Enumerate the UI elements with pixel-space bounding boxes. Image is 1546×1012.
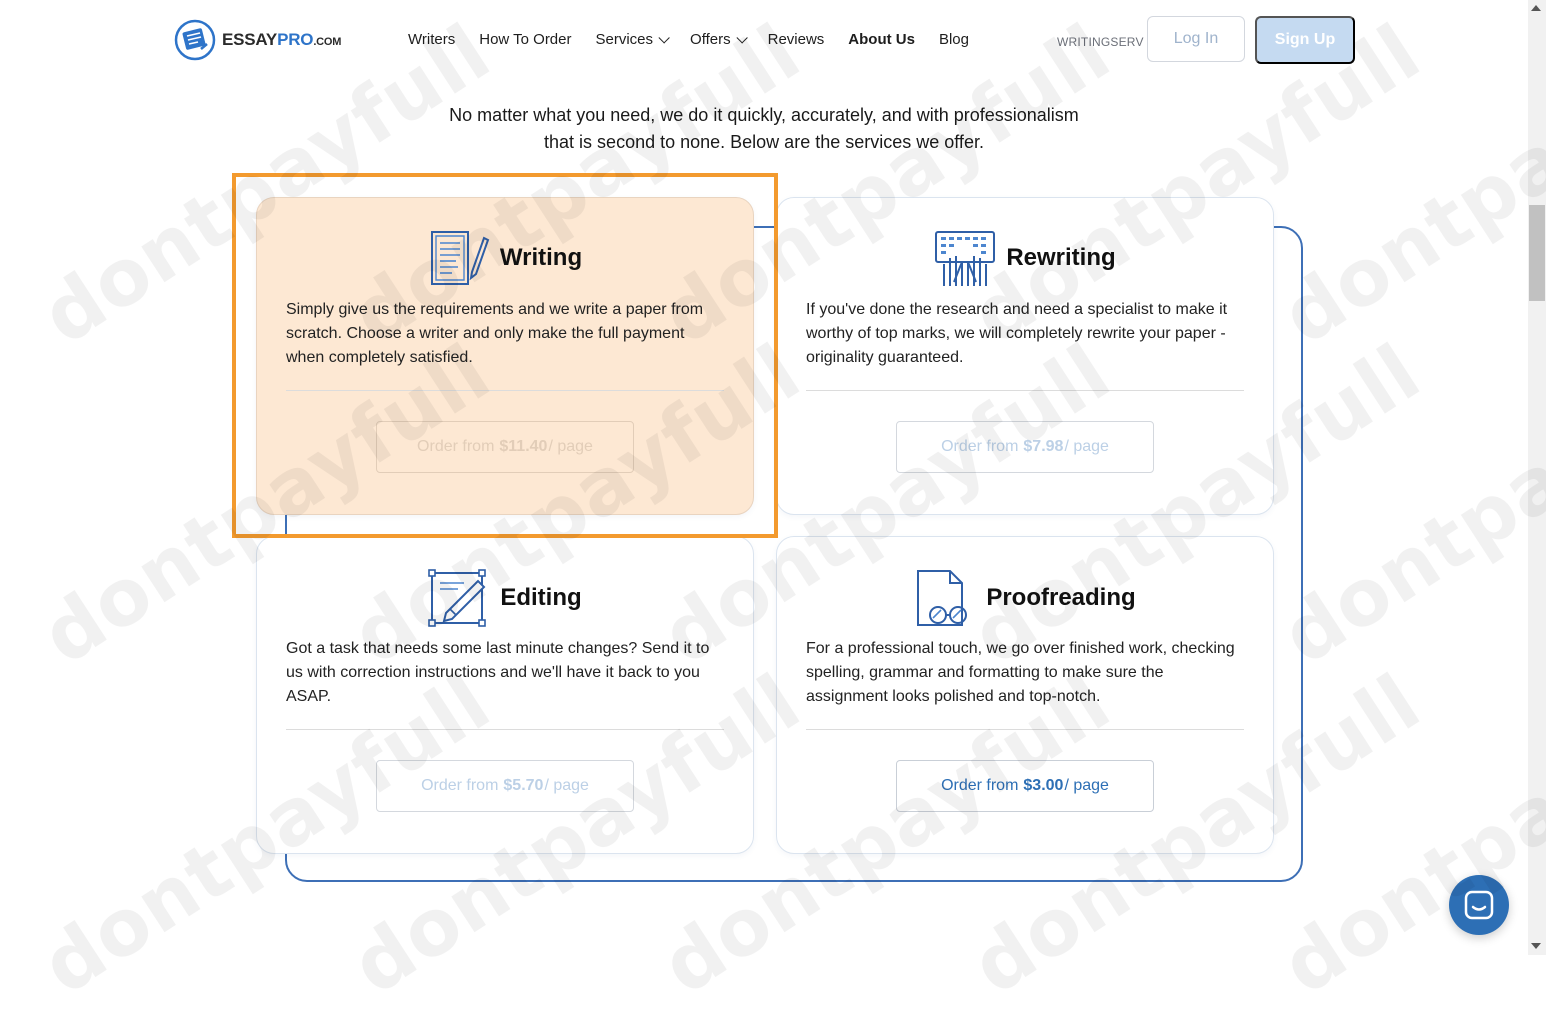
scrollbar-thumb[interactable]	[1529, 205, 1545, 301]
price: $3.00	[1023, 777, 1064, 794]
card-description: For a professional touch, we go over fin…	[806, 640, 1235, 705]
main-nav: Writers How To Order Services Offers Reviews…	[408, 31, 993, 48]
card-divider	[806, 729, 1244, 730]
card-divider	[806, 390, 1244, 391]
card-title: Rewriting	[1006, 244, 1116, 271]
card-header: Proofreading	[777, 567, 1273, 629]
card-header: Rewriting	[777, 228, 1273, 288]
card-title: Writing	[499, 244, 583, 271]
scroll-down-icon[interactable]	[1531, 943, 1541, 949]
nav-item-how-to-order[interactable]: How To Order	[479, 31, 571, 48]
nav-item-writers[interactable]: Writers	[408, 31, 455, 48]
nav-item-blog[interactable]: Blog	[939, 31, 969, 48]
nav-item-label: Blog	[938, 31, 969, 48]
scrollbar-track[interactable]	[1528, 0, 1546, 955]
price: $7.98	[1023, 438, 1064, 455]
card-title: Editing	[500, 584, 582, 611]
price: $11.40	[499, 438, 548, 455]
nav-item-about-us[interactable]: About Us	[848, 31, 915, 48]
site-header: ESSAYPRO.COM Writers How To Order Services…	[0, 0, 1528, 80]
card-description: Simply give us the requirements and we w…	[286, 301, 704, 366]
card-title: Proofreading	[986, 584, 1136, 611]
service-card-editing[interactable]: Editing Got a task that needs some last …	[256, 536, 754, 854]
card-divider	[286, 729, 724, 730]
document-glasses-icon	[917, 570, 968, 626]
card-description: If you've done the research and need a s…	[806, 301, 1228, 366]
order-editing-button[interactable]: Order from $5.70/ page	[376, 760, 634, 812]
chat-widget-button[interactable]	[1449, 875, 1509, 935]
essaypro-logo[interactable]: ESSAYPRO.COM	[174, 19, 341, 61]
keyboard-hands-icon	[935, 231, 996, 286]
nav-item-label: Writers	[408, 31, 456, 48]
order-writing-button[interactable]: Order from $11.40/ page	[376, 421, 634, 473]
service-card-rewriting[interactable]: Rewriting If you've done the research an…	[776, 197, 1274, 515]
order-proofreading-button[interactable]: Order from $3.00/ page	[896, 760, 1154, 812]
scroll-up-icon[interactable]	[1531, 5, 1541, 11]
intro-line-1: No matter what you need, we do it quickl…	[449, 105, 1079, 125]
nav-item-offers[interactable]: Offers	[690, 31, 748, 48]
signup-button[interactable]: Sign Up	[1255, 16, 1355, 64]
nav-item-label: How To Order	[479, 31, 572, 48]
price: $5.70	[503, 777, 544, 794]
nav-item-label: Services	[595, 31, 654, 48]
watermark-text: dontpayfull	[1266, 327, 1546, 683]
login-button[interactable]: Log In	[1147, 16, 1245, 62]
edit-pencil-icon	[428, 569, 487, 627]
service-card-writing[interactable]: Writing Simply give us the requirements …	[256, 197, 754, 515]
watermark-text: dontpayfull	[1266, 657, 1546, 1012]
card-divider	[286, 390, 724, 391]
card-description: Got a task that needs some last minute c…	[286, 640, 710, 705]
chevron-down-icon	[658, 31, 670, 44]
logo-icon	[174, 19, 216, 61]
chevron-down-icon	[736, 31, 748, 44]
promo-code: WRITINGSERV	[1057, 35, 1144, 49]
card-header: Editing	[257, 567, 753, 629]
writing-doc-icon	[430, 231, 490, 285]
nav-item-reviews[interactable]: Reviews	[768, 31, 825, 48]
chat-icon	[1464, 890, 1494, 920]
order-rewriting-button[interactable]: Order from $7.98/ page	[896, 421, 1154, 473]
logo-text: ESSAYPRO.COM	[222, 30, 342, 49]
nav-item-label: Reviews	[767, 31, 825, 48]
intro-line-2: that is second to none. Below are the se…	[544, 132, 984, 152]
nav-item-label: About Us	[848, 31, 915, 48]
nav-item-services[interactable]: Services	[595, 31, 670, 48]
card-header: Writing	[257, 228, 753, 288]
services-intro: No matter what you need, we do it quickl…	[420, 102, 1108, 156]
nav-item-label: Offers	[690, 31, 731, 48]
service-card-proofreading[interactable]: Proofreading For a professional touch, w…	[776, 536, 1274, 854]
